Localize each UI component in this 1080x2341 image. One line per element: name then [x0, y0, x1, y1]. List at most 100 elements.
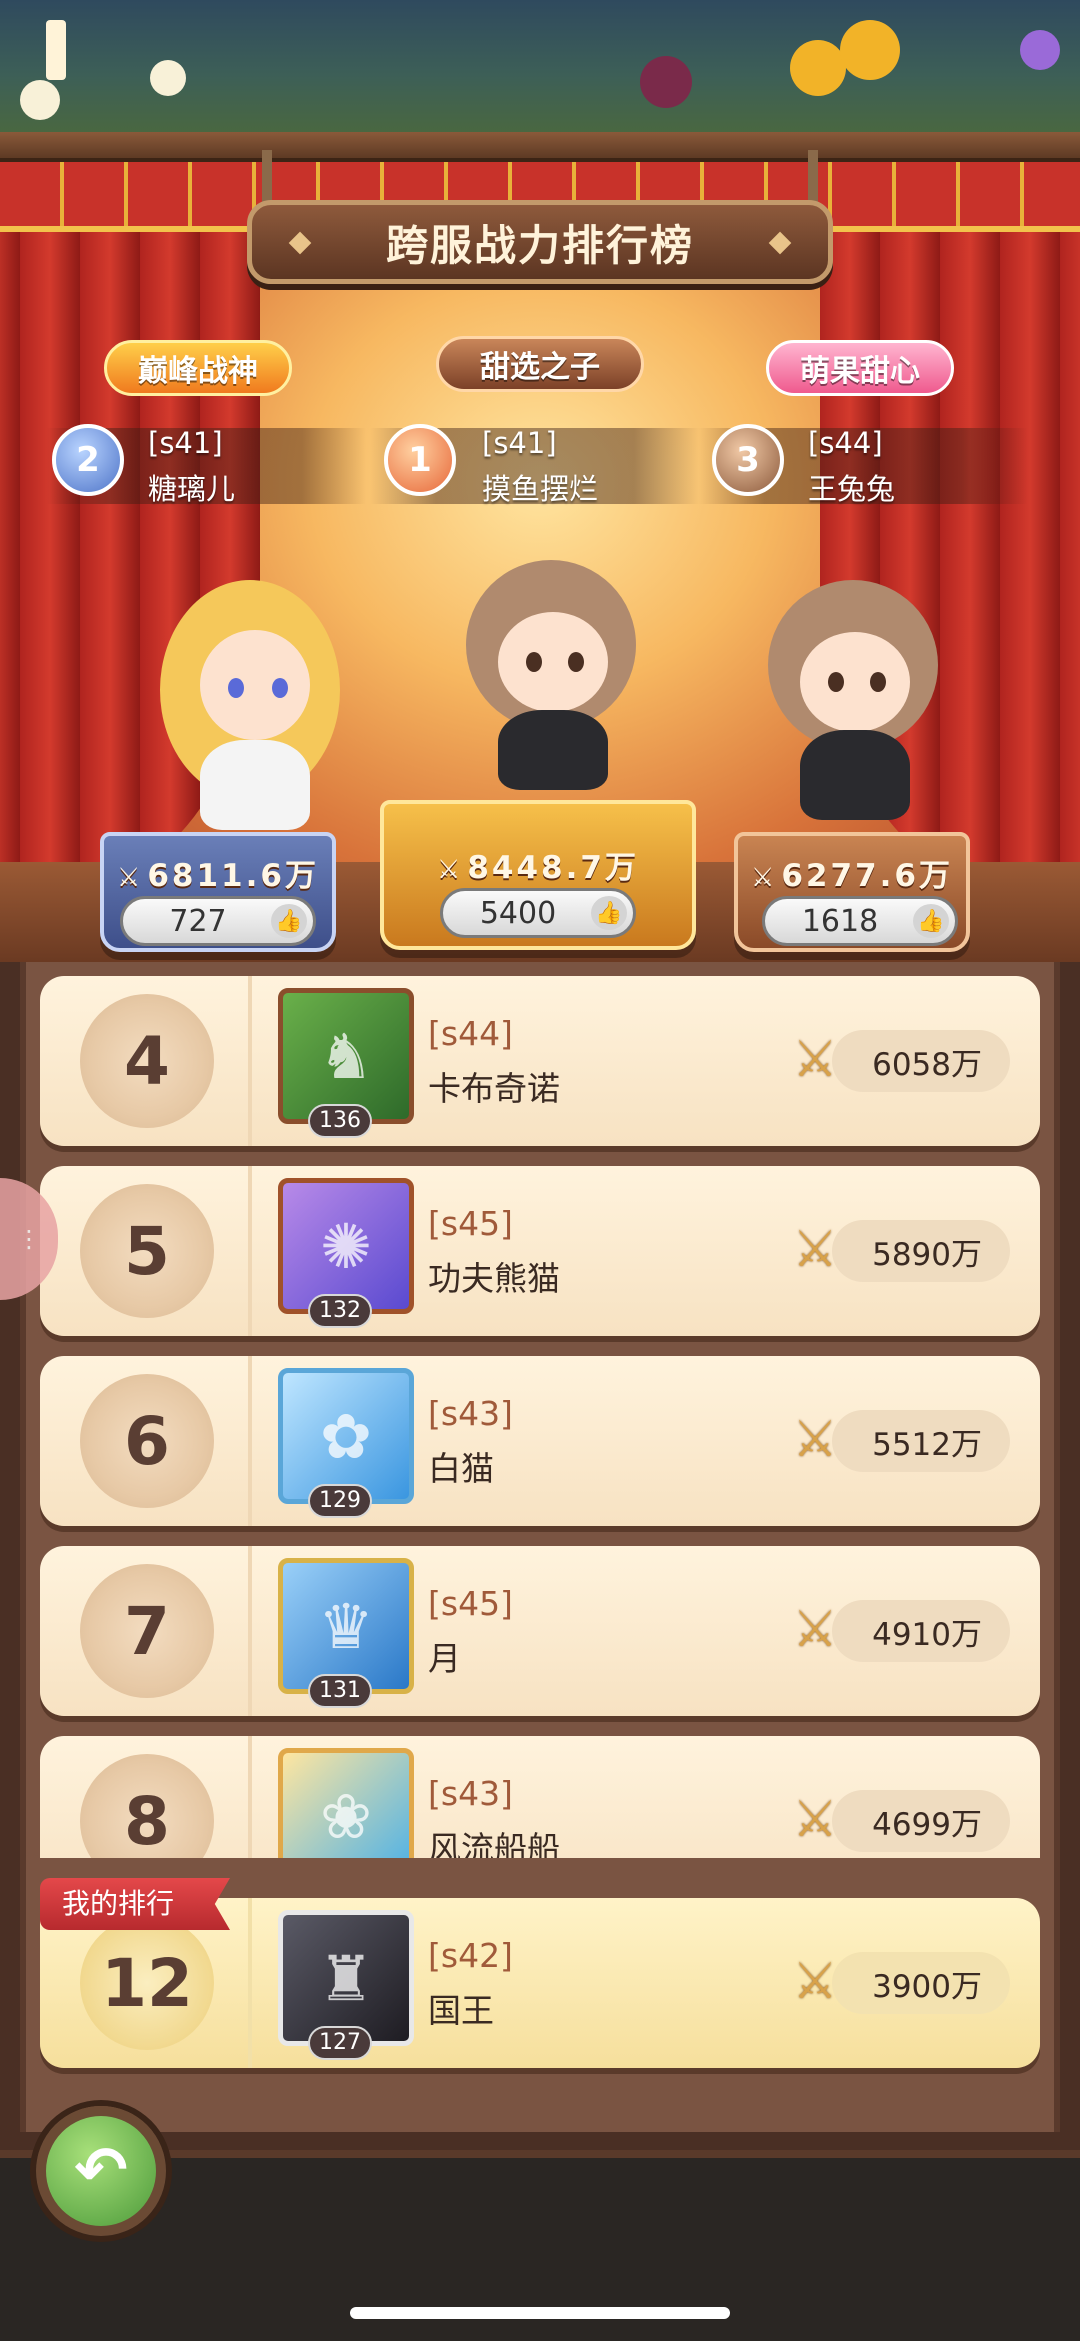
character-dress	[800, 730, 910, 820]
list-item[interactable]: 4 ♞ 136 [s44] 卡布奇诺 6058万 ⚔	[40, 976, 1040, 1146]
rank3-power: ⚔ 6277.6万	[738, 850, 966, 895]
server-tag: [s44]	[428, 1014, 513, 1053]
sunflower-decoration	[840, 20, 900, 80]
server-tag: [s45]	[428, 1584, 513, 1623]
my-level-badge: 127	[308, 2026, 372, 2060]
rank2-medal-icon: 2	[52, 424, 124, 496]
character-dress	[498, 710, 608, 790]
crossed-swords-icon: ⚔	[792, 1220, 838, 1278]
rank1-name: 摸鱼摆烂	[482, 472, 599, 506]
row-divider	[248, 1898, 252, 2068]
character-eye	[828, 672, 844, 692]
ranking-list[interactable]: 4 ♞ 136 [s44] 卡布奇诺 6058万 ⚔ 5 ✺ 132 [s45]…	[20, 976, 1060, 1858]
rank3-medal-icon: 3	[712, 424, 784, 496]
my-player-name: 国王	[428, 1991, 494, 2030]
page-title: 跨服战力排行榜	[385, 220, 694, 270]
row-divider	[248, 1736, 252, 1858]
player-avatar[interactable]: ❀	[278, 1748, 414, 1858]
rank3-server: [s44]	[808, 426, 883, 460]
server-tag: [s43]	[428, 1394, 513, 1433]
rank1-like-button[interactable]: 5400 👍	[440, 888, 636, 938]
rank1-server: [s41]	[482, 426, 557, 460]
list-item[interactable]: 7 ♛ 131 [s45] 月 4910万 ⚔	[40, 1546, 1040, 1716]
rank3-name: 王兔兔	[808, 472, 896, 506]
hooded-knight-icon: ♜	[318, 1941, 374, 2015]
character-eye	[568, 652, 584, 672]
thumbs-up-icon: 👍	[271, 904, 307, 938]
my-rank-tag: 我的排行	[40, 1878, 230, 1930]
rank-number: 4	[80, 994, 214, 1128]
rank2-power-value: 6811.6万	[147, 858, 319, 894]
title-plate: 跨服战力排行榜	[247, 200, 833, 284]
crossed-swords-icon: ⚔	[117, 863, 144, 893]
player-name: 月	[428, 1639, 461, 1678]
rank3-power-value: 6277.6万	[781, 858, 953, 894]
white-hair-girl-icon: ✿	[320, 1399, 372, 1473]
thumbs-up-icon: 👍	[913, 904, 949, 938]
rank1-like-count: 5400	[479, 895, 557, 931]
power-value: 6058万	[832, 1030, 1010, 1092]
player-name: 卡布奇诺	[428, 1069, 560, 1108]
my-power-value: 3900万	[832, 1952, 1010, 2014]
rank3-like-count: 1618	[801, 903, 879, 939]
character-dress	[200, 740, 310, 830]
title-badge-cute-fruit: 萌果甜心	[766, 340, 954, 396]
flower-decoration	[1020, 30, 1060, 70]
crossed-swords-icon: ⚔	[437, 855, 464, 885]
diamond-ornament-icon	[288, 231, 312, 255]
rank2-character[interactable]	[140, 560, 360, 830]
rank2-power: ⚔ 6811.6万	[104, 850, 332, 895]
rank1-power-value: 8448.7万	[467, 850, 639, 886]
power-value: 5512万	[832, 1410, 1010, 1472]
diamond-ornament-icon	[768, 231, 792, 255]
sunflower-decoration	[790, 40, 846, 96]
player-name: 白猫	[428, 1449, 494, 1488]
level-badge: 132	[308, 1294, 372, 1328]
list-item[interactable]: 8 ❀ [s43] 风流船船 4699万 ⚔	[40, 1736, 1040, 1858]
character-eye	[272, 678, 288, 698]
rank3-character[interactable]	[752, 560, 952, 820]
rank-number: 6	[80, 1374, 214, 1508]
crossed-swords-icon: ⚔	[792, 1952, 838, 2010]
back-arrow-icon: ↶	[74, 2134, 128, 2208]
dots-icon: ⋮	[17, 1225, 41, 1253]
row-divider	[248, 1546, 252, 1716]
rank2-like-button[interactable]: 727 👍	[120, 896, 316, 946]
rank1-character[interactable]	[450, 540, 650, 790]
rank1-medal-icon: 1	[384, 424, 456, 496]
rank-number: 5	[80, 1184, 214, 1318]
home-indicator[interactable]	[350, 2307, 730, 2319]
rank3-like-button[interactable]: 1618 👍	[762, 896, 958, 946]
crossed-swords-icon: ⚔	[751, 863, 778, 893]
crossed-swords-icon: ⚔	[792, 1600, 838, 1658]
rank1-power: ⚔ 8448.7万	[384, 842, 692, 887]
character-eye	[526, 652, 542, 672]
list-item[interactable]: 6 ✿ 129 [s43] 白猫 5512万 ⚔	[40, 1356, 1040, 1526]
rank-number: 8	[80, 1754, 214, 1858]
power-value: 4910万	[832, 1600, 1010, 1662]
rank2-like-count: 727	[169, 903, 227, 939]
row-divider	[248, 976, 252, 1146]
thumbs-up-icon: 👍	[591, 896, 627, 930]
crossed-swords-icon: ⚔	[792, 1030, 838, 1088]
level-badge: 136	[308, 1104, 372, 1138]
fire-spirit-icon: ✺	[320, 1209, 372, 1283]
power-value: 4699万	[832, 1790, 1010, 1852]
player-name: 风流船船	[428, 1829, 560, 1858]
title-badge-peak-god: 巅峰战神	[104, 340, 292, 396]
row-divider	[248, 1166, 252, 1336]
player-name: 功夫熊猫	[428, 1259, 560, 1298]
flower-decoration	[150, 60, 186, 96]
list-item[interactable]: 5 ✺ 132 [s45] 功夫熊猫 5890万 ⚔	[40, 1166, 1040, 1336]
power-value: 5890万	[832, 1220, 1010, 1282]
crowned-girl-icon: ♛	[318, 1589, 374, 1663]
server-tag: [s45]	[428, 1204, 513, 1243]
blonde-girl-icon: ❀	[320, 1779, 372, 1853]
character-face	[200, 630, 310, 740]
character-face	[800, 632, 910, 732]
crossed-swords-icon: ⚔	[792, 1790, 838, 1848]
back-button[interactable]: ↶	[36, 2106, 166, 2236]
character-eye	[870, 672, 886, 692]
rank-number: 7	[80, 1564, 214, 1698]
top-scenery	[0, 0, 1080, 150]
